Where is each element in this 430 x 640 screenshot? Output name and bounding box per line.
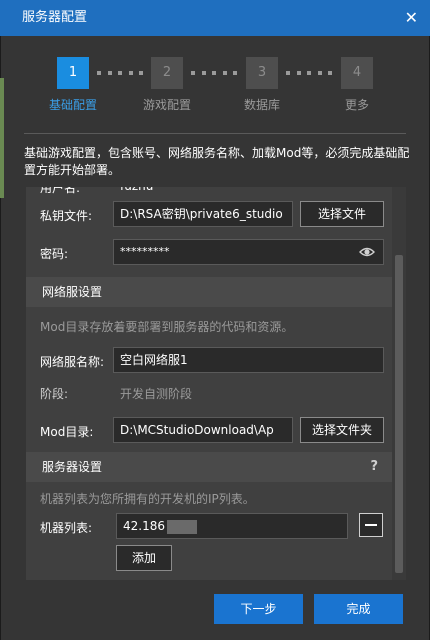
background-window-edge: [0, 78, 4, 198]
next-step-button[interactable]: 下一步: [214, 594, 303, 624]
step-2-label: 游戏配置: [142, 98, 191, 112]
private-key-label: 私钥文件:: [40, 209, 93, 223]
window-title: 服务器配置: [22, 10, 88, 25]
network-section-header: 网络服设置: [26, 277, 392, 307]
step-connector-3: [286, 71, 332, 75]
network-name-label: 网络服名称:: [40, 355, 105, 369]
step-4-indicator[interactable]: 4: [341, 57, 373, 89]
eye-icon[interactable]: [359, 245, 375, 259]
redacted-ip-mask: [167, 519, 197, 534]
step-2-indicator[interactable]: 2: [151, 57, 183, 89]
network-name-input[interactable]: 空白网络服1: [113, 347, 384, 373]
network-section-title: 网络服设置: [42, 285, 103, 299]
step-3-indicator[interactable]: 3: [246, 57, 278, 89]
mod-dir-input[interactable]: D:\MCStudioDownload\Ap: [113, 417, 293, 443]
step-4-label: 更多: [344, 98, 369, 112]
remove-machine-button[interactable]: [359, 513, 383, 537]
mod-dir-label: Mod目录:: [40, 425, 94, 439]
server-section-title: 服务器设置: [42, 460, 103, 474]
server-note: 机器列表为您所拥有的开发机的IP列表。: [40, 492, 255, 506]
select-file-button[interactable]: 选择文件: [300, 201, 384, 227]
server-section-header: 服务器设置 ?: [26, 452, 392, 482]
scrollbar-track[interactable]: [392, 187, 406, 580]
step-1-indicator[interactable]: 1: [57, 57, 89, 89]
private-key-input[interactable]: D:\RSA密钥\private6_studio: [113, 201, 293, 227]
password-input[interactable]: *********: [113, 239, 384, 265]
stage-value: 开发自测阶段: [120, 387, 193, 401]
machine-list-label: 机器列表:: [40, 521, 93, 535]
add-machine-button[interactable]: 添加: [116, 545, 172, 571]
username-label: 用户名:: [40, 187, 81, 195]
help-icon[interactable]: ?: [370, 452, 378, 482]
select-folder-button[interactable]: 选择文件夹: [300, 417, 384, 443]
machine-ip-input[interactable]: 42.186: [116, 513, 348, 539]
divider: [24, 133, 406, 134]
password-label: 密码:: [40, 247, 69, 261]
step-3-label: 数据库: [243, 98, 280, 112]
scrollbar-thumb[interactable]: [395, 255, 403, 573]
step-connector-2: [191, 71, 237, 75]
machine-ip-value: 42.186: [123, 519, 165, 533]
step-1-label: 基础配置: [48, 98, 97, 112]
config-scroll-panel[interactable]: 用户名: fuzhu 私钥文件: D:\RSA密钥\private6_studi…: [26, 187, 406, 580]
close-icon[interactable]: ✕: [405, 0, 418, 36]
step-connector-1: [97, 71, 143, 75]
network-note: Mod目录存放着要部署到服务器的代码和资源。: [40, 320, 294, 334]
finish-button[interactable]: 完成: [314, 594, 403, 624]
page-description: 基础游戏配置，包含账号、网络服务名称、加载Mod等，必须完成基础配置方能开始部署…: [24, 146, 410, 177]
minus-icon: [365, 524, 377, 526]
password-value: *********: [120, 245, 170, 258]
username-value: fuzhu: [120, 187, 153, 193]
stage-label: 阶段:: [40, 387, 69, 401]
window-titlebar: 服务器配置 ✕: [0, 0, 430, 36]
